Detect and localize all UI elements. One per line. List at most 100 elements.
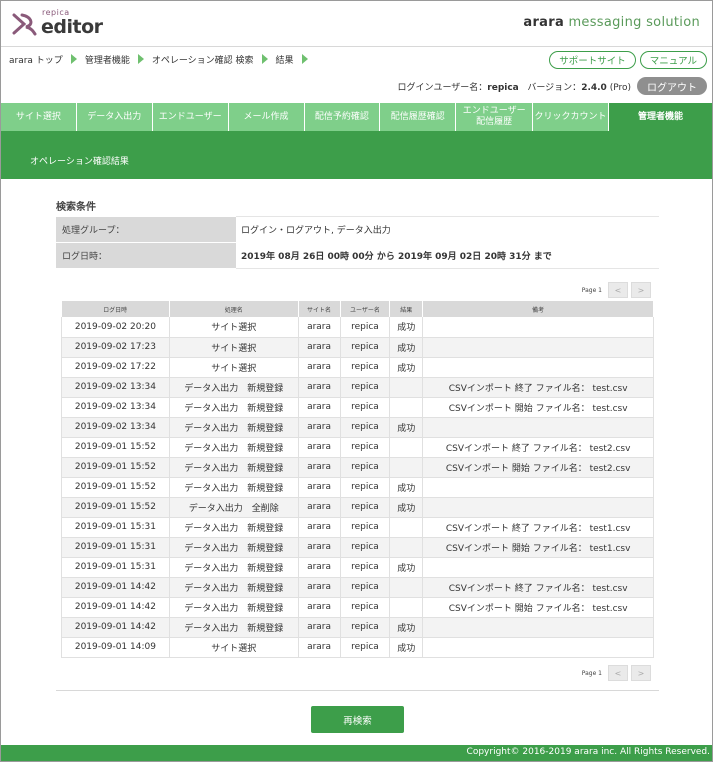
page-title: オペレーション確認結果 — [30, 157, 129, 167]
table-cell: CSVインポート 終了 ファイル名： test2.csv — [422, 437, 654, 458]
version-number: 2.4.0 — [581, 82, 607, 93]
page-label: Page 1 — [581, 669, 602, 677]
table-row: 2019-09-01 15:52 データ入出力 全削除 arara repica 成功 — [61, 497, 654, 518]
logout-button[interactable]: ログアウト — [637, 77, 707, 95]
table-cell: repica — [340, 477, 391, 498]
table-cell: 2019-09-01 14:42 — [61, 577, 170, 598]
table-row: 2019-09-01 15:52 データ入出力 新規登録 arara repica CS… — [61, 437, 654, 458]
user-label: ログインユーザー名： — [397, 82, 488, 93]
table-cell: 2019-09-02 17:23 — [61, 337, 170, 358]
table-row: 2019-09-01 15:31 データ入出力 新規登録 arara repica CS… — [61, 517, 654, 538]
breadcrumb-top[interactable]: arara トップ — [9, 53, 63, 66]
table-cell: 2019-09-02 20:20 — [61, 317, 170, 338]
table-cell — [389, 537, 424, 558]
breadcrumb-admin[interactable]: 管理者機能 — [85, 53, 130, 66]
brand-bold: arara — [523, 15, 565, 30]
next-page-button[interactable]: > — [631, 282, 651, 298]
table-cell: 成功 — [389, 477, 424, 498]
table-cell: データ入出力 新規登録 — [169, 397, 299, 418]
table-cell: arara — [298, 377, 341, 398]
table-cell: 2019-09-02 13:34 — [61, 417, 170, 438]
column-header: サイト名 — [298, 301, 341, 317]
table-row: 2019-09-01 14:42 データ入出力 新規登録 arara repica CS… — [61, 577, 654, 598]
column-header: 備考 — [422, 301, 654, 317]
table-row: 2019-09-01 15:52 データ入出力 新規登録 arara repica 成功 — [61, 477, 654, 498]
table-cell: arara — [298, 417, 341, 438]
table-row: 2019-09-02 13:34 データ入出力 新規登録 arara repica CS… — [61, 397, 654, 418]
table-cell: データ入出力 新規登録 — [169, 597, 299, 618]
table-cell: データ入出力 新規登録 — [169, 437, 299, 458]
table-row: 2019-09-01 15:31 データ入出力 新規登録 arara repica CS… — [61, 537, 654, 558]
nav-tab[interactable]: メール作成 — [228, 103, 305, 131]
date-value-text: 2019年 08月 26日 00時 00分 から 2019年 09月 02日 2… — [241, 252, 552, 262]
research-button[interactable]: 再検索 — [311, 706, 404, 733]
app-window: repica editor arara messaging solution a… — [0, 0, 713, 762]
breadcrumb-operation-search[interactable]: オペレーション確認 検索 — [152, 53, 254, 66]
table-row: 2019-09-01 14:09 サイト選択 arara repica 成功 — [61, 637, 654, 658]
divider — [56, 690, 659, 691]
table-cell: 2019-09-02 13:34 — [61, 377, 170, 398]
table-cell: arara — [298, 477, 341, 498]
table-cell: 成功 — [389, 497, 424, 518]
top-buttons: サポートサイト マニュアル — [549, 51, 707, 69]
table-cell: repica — [340, 637, 391, 658]
version-label: バージョン： — [527, 82, 582, 93]
table-cell: 2019-09-01 14:42 — [61, 617, 170, 638]
nav-tab[interactable]: データ入出力 — [76, 103, 153, 131]
table-cell: repica — [340, 377, 391, 398]
table-cell: 成功 — [389, 337, 424, 358]
next-page-button[interactable]: > — [631, 665, 651, 681]
manual-button[interactable]: マニュアル — [639, 51, 707, 69]
table-cell: CSVインポート 開始 ファイル名： test1.csv — [422, 537, 654, 558]
table-cell: 成功 — [389, 417, 424, 438]
table-cell: CSVインポート 開始 ファイル名： test.csv — [422, 397, 654, 418]
table-cell: arara — [298, 397, 341, 418]
prev-page-button[interactable]: < — [608, 665, 628, 681]
support-site-button[interactable]: サポートサイト — [549, 51, 636, 69]
table-cell: データ入出力 新規登録 — [169, 537, 299, 558]
column-header: ログ日時 — [61, 301, 170, 317]
table-cell: arara — [298, 557, 341, 578]
repica-logo-icon — [12, 13, 37, 36]
nav-tab[interactable]: エンドユーザー — [152, 103, 229, 131]
nav-tab[interactable]: クリックカウント — [533, 103, 609, 131]
table-cell: arara — [298, 637, 341, 658]
edition: (Pro) — [609, 82, 631, 93]
breadcrumb-result: 結果 — [275, 55, 294, 66]
table-cell: CSVインポート 終了 ファイル名： test.csv — [422, 377, 654, 398]
nav-tab[interactable]: エンドユーザー 配信履歴 — [456, 103, 534, 131]
chevron-right-icon — [301, 54, 308, 64]
pager-bottom: Page 1 < > — [582, 665, 651, 681]
nav-tab[interactable]: 配信予約確認 — [304, 103, 381, 131]
table-row: 2019-09-02 13:34 データ入出力 新規登録 arara repica CS… — [61, 377, 654, 398]
chevron-right-icon — [261, 54, 268, 64]
table-cell — [422, 477, 654, 498]
nav-tab[interactable]: サイト選択 — [1, 103, 77, 131]
table-cell: arara — [298, 457, 341, 478]
repica-editor-logo[interactable]: repica editor — [11, 9, 103, 37]
table-cell — [389, 517, 424, 538]
column-header: ユーザー名 — [340, 301, 391, 317]
brand-logo: arara messaging solution — [523, 15, 700, 30]
main-nav: サイト選択 データ入出力 エンドユーザー メール作成 配信予約確認 配信履歴確認 エンドユー… — [1, 103, 712, 131]
nav-tab[interactable]: 配信履歴確認 — [380, 103, 457, 131]
table-cell — [422, 357, 654, 378]
column-header: 処理名 — [169, 301, 299, 317]
copyright: Copyright© 2016-2019 arara inc. All Righ… — [466, 747, 710, 757]
table-cell — [422, 557, 654, 578]
table-cell: 成功 — [389, 617, 424, 638]
date-label: ログ日時： — [56, 242, 236, 269]
table-cell: arara — [298, 437, 341, 458]
table-cell — [389, 377, 424, 398]
table-cell: repica — [340, 317, 391, 338]
table-cell: 成功 — [389, 357, 424, 378]
nav-tab[interactable]: 管理者機能 — [608, 103, 712, 131]
table-cell: 2019-09-01 14:42 — [61, 597, 170, 618]
subheader-bar: オペレーション確認結果 — [1, 131, 712, 179]
logo-big-text: editor — [41, 16, 103, 38]
prev-page-button[interactable]: < — [608, 282, 628, 298]
table-cell: repica — [340, 397, 391, 418]
table-cell — [389, 577, 424, 598]
user-name: repica — [487, 82, 519, 93]
table-cell: arara — [298, 577, 341, 598]
